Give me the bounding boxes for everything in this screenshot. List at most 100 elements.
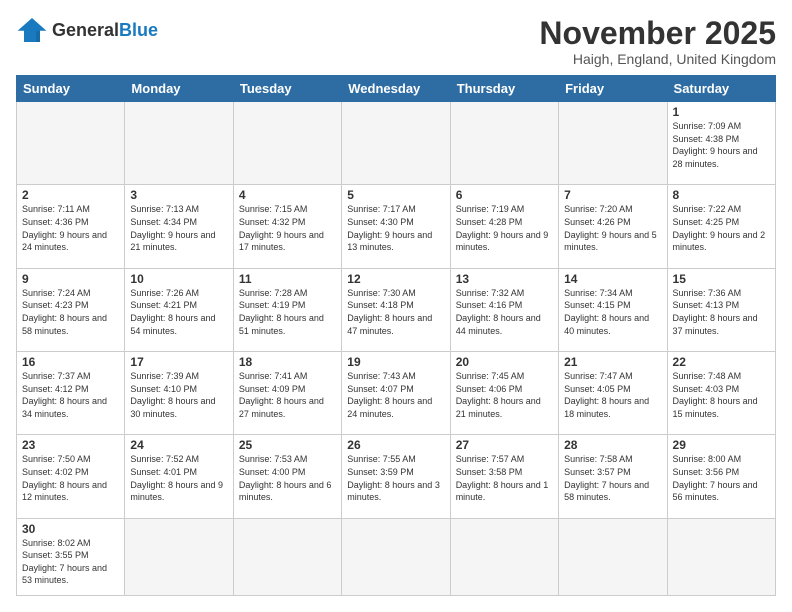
day-info: Sunrise: 7:55 AM Sunset: 3:59 PM Dayligh… (347, 453, 444, 503)
calendar-cell: 5Sunrise: 7:17 AM Sunset: 4:30 PM Daylig… (342, 185, 450, 268)
calendar-cell: 29Sunrise: 8:00 AM Sunset: 3:56 PM Dayli… (667, 435, 775, 518)
calendar-cell (233, 102, 341, 185)
calendar-cell: 12Sunrise: 7:30 AM Sunset: 4:18 PM Dayli… (342, 268, 450, 351)
day-number: 3 (130, 188, 227, 202)
day-info: Sunrise: 7:47 AM Sunset: 4:05 PM Dayligh… (564, 370, 661, 420)
calendar-cell (450, 102, 558, 185)
calendar-cell (125, 518, 233, 595)
day-info: Sunrise: 7:45 AM Sunset: 4:06 PM Dayligh… (456, 370, 553, 420)
calendar-cell: 10Sunrise: 7:26 AM Sunset: 4:21 PM Dayli… (125, 268, 233, 351)
day-number: 30 (22, 522, 119, 536)
day-info: Sunrise: 8:00 AM Sunset: 3:56 PM Dayligh… (673, 453, 770, 503)
day-info: Sunrise: 7:30 AM Sunset: 4:18 PM Dayligh… (347, 287, 444, 337)
day-info: Sunrise: 7:22 AM Sunset: 4:25 PM Dayligh… (673, 203, 770, 253)
header-sunday: Sunday (17, 76, 125, 102)
calendar-cell: 14Sunrise: 7:34 AM Sunset: 4:15 PM Dayli… (559, 268, 667, 351)
day-number: 2 (22, 188, 119, 202)
calendar-cell (342, 102, 450, 185)
calendar-cell (125, 102, 233, 185)
day-number: 1 (673, 105, 770, 119)
day-info: Sunrise: 8:02 AM Sunset: 3:55 PM Dayligh… (22, 537, 119, 587)
day-info: Sunrise: 7:50 AM Sunset: 4:02 PM Dayligh… (22, 453, 119, 503)
day-number: 25 (239, 438, 336, 452)
day-info: Sunrise: 7:15 AM Sunset: 4:32 PM Dayligh… (239, 203, 336, 253)
calendar-cell: 16Sunrise: 7:37 AM Sunset: 4:12 PM Dayli… (17, 352, 125, 435)
header-saturday: Saturday (667, 76, 775, 102)
calendar-cell: 2Sunrise: 7:11 AM Sunset: 4:36 PM Daylig… (17, 185, 125, 268)
calendar-cell: 23Sunrise: 7:50 AM Sunset: 4:02 PM Dayli… (17, 435, 125, 518)
calendar-cell (559, 518, 667, 595)
day-info: Sunrise: 7:28 AM Sunset: 4:19 PM Dayligh… (239, 287, 336, 337)
calendar-table: Sunday Monday Tuesday Wednesday Thursday… (16, 75, 776, 596)
day-number: 10 (130, 272, 227, 286)
day-info: Sunrise: 7:32 AM Sunset: 4:16 PM Dayligh… (456, 287, 553, 337)
calendar-cell (233, 518, 341, 595)
day-number: 9 (22, 272, 119, 286)
day-info: Sunrise: 7:11 AM Sunset: 4:36 PM Dayligh… (22, 203, 119, 253)
day-number: 6 (456, 188, 553, 202)
calendar-cell: 11Sunrise: 7:28 AM Sunset: 4:19 PM Dayli… (233, 268, 341, 351)
calendar-cell: 15Sunrise: 7:36 AM Sunset: 4:13 PM Dayli… (667, 268, 775, 351)
header-thursday: Thursday (450, 76, 558, 102)
header-wednesday: Wednesday (342, 76, 450, 102)
header-tuesday: Tuesday (233, 76, 341, 102)
calendar-cell: 24Sunrise: 7:52 AM Sunset: 4:01 PM Dayli… (125, 435, 233, 518)
day-info: Sunrise: 7:34 AM Sunset: 4:15 PM Dayligh… (564, 287, 661, 337)
day-info: Sunrise: 7:41 AM Sunset: 4:09 PM Dayligh… (239, 370, 336, 420)
calendar-cell (450, 518, 558, 595)
calendar-cell: 21Sunrise: 7:47 AM Sunset: 4:05 PM Dayli… (559, 352, 667, 435)
day-info: Sunrise: 7:37 AM Sunset: 4:12 PM Dayligh… (22, 370, 119, 420)
day-number: 12 (347, 272, 444, 286)
day-info: Sunrise: 7:36 AM Sunset: 4:13 PM Dayligh… (673, 287, 770, 337)
day-number: 26 (347, 438, 444, 452)
calendar-cell: 3Sunrise: 7:13 AM Sunset: 4:34 PM Daylig… (125, 185, 233, 268)
day-info: Sunrise: 7:43 AM Sunset: 4:07 PM Dayligh… (347, 370, 444, 420)
logo: GeneralBlue (16, 16, 158, 44)
day-number: 28 (564, 438, 661, 452)
day-number: 20 (456, 355, 553, 369)
day-info: Sunrise: 7:39 AM Sunset: 4:10 PM Dayligh… (130, 370, 227, 420)
calendar-cell (17, 102, 125, 185)
day-number: 19 (347, 355, 444, 369)
day-number: 7 (564, 188, 661, 202)
header-monday: Monday (125, 76, 233, 102)
day-number: 16 (22, 355, 119, 369)
calendar-header-row: Sunday Monday Tuesday Wednesday Thursday… (17, 76, 776, 102)
day-info: Sunrise: 7:57 AM Sunset: 3:58 PM Dayligh… (456, 453, 553, 503)
header: GeneralBlue November 2025 Haigh, England… (16, 16, 776, 67)
calendar-cell: 19Sunrise: 7:43 AM Sunset: 4:07 PM Dayli… (342, 352, 450, 435)
calendar-cell: 22Sunrise: 7:48 AM Sunset: 4:03 PM Dayli… (667, 352, 775, 435)
day-number: 22 (673, 355, 770, 369)
day-info: Sunrise: 7:20 AM Sunset: 4:26 PM Dayligh… (564, 203, 661, 253)
day-number: 29 (673, 438, 770, 452)
calendar-cell: 18Sunrise: 7:41 AM Sunset: 4:09 PM Dayli… (233, 352, 341, 435)
day-number: 27 (456, 438, 553, 452)
month-title: November 2025 (539, 16, 776, 51)
calendar-cell: 7Sunrise: 7:20 AM Sunset: 4:26 PM Daylig… (559, 185, 667, 268)
day-info: Sunrise: 7:48 AM Sunset: 4:03 PM Dayligh… (673, 370, 770, 420)
day-number: 11 (239, 272, 336, 286)
calendar-cell: 26Sunrise: 7:55 AM Sunset: 3:59 PM Dayli… (342, 435, 450, 518)
calendar-cell: 28Sunrise: 7:58 AM Sunset: 3:57 PM Dayli… (559, 435, 667, 518)
calendar-cell: 6Sunrise: 7:19 AM Sunset: 4:28 PM Daylig… (450, 185, 558, 268)
calendar-cell (342, 518, 450, 595)
day-info: Sunrise: 7:13 AM Sunset: 4:34 PM Dayligh… (130, 203, 227, 253)
calendar-cell (667, 518, 775, 595)
day-number: 15 (673, 272, 770, 286)
day-number: 24 (130, 438, 227, 452)
day-number: 18 (239, 355, 336, 369)
day-number: 4 (239, 188, 336, 202)
day-number: 14 (564, 272, 661, 286)
day-info: Sunrise: 7:26 AM Sunset: 4:21 PM Dayligh… (130, 287, 227, 337)
calendar-cell: 17Sunrise: 7:39 AM Sunset: 4:10 PM Dayli… (125, 352, 233, 435)
day-number: 13 (456, 272, 553, 286)
day-info: Sunrise: 7:58 AM Sunset: 3:57 PM Dayligh… (564, 453, 661, 503)
day-info: Sunrise: 7:52 AM Sunset: 4:01 PM Dayligh… (130, 453, 227, 503)
title-block: November 2025 Haigh, England, United Kin… (539, 16, 776, 67)
calendar-cell: 25Sunrise: 7:53 AM Sunset: 4:00 PM Dayli… (233, 435, 341, 518)
header-friday: Friday (559, 76, 667, 102)
calendar-cell: 4Sunrise: 7:15 AM Sunset: 4:32 PM Daylig… (233, 185, 341, 268)
day-number: 5 (347, 188, 444, 202)
day-number: 21 (564, 355, 661, 369)
logo-text: GeneralBlue (52, 20, 158, 41)
